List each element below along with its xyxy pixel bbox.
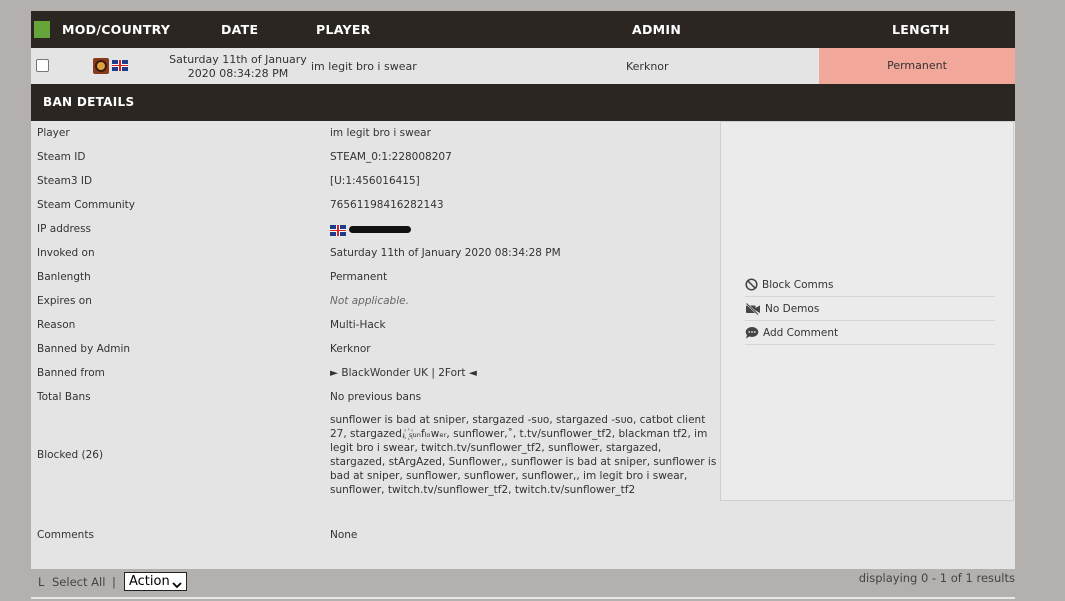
row-date: Saturday 11th of January 2020 08:34:28 P… xyxy=(169,53,307,81)
row-date-line1: Saturday 11th of January xyxy=(169,53,307,66)
footer-separator: | xyxy=(112,575,116,589)
detail-value-reason: Multi-Hack xyxy=(330,319,386,331)
detail-label-comments: Comments xyxy=(37,529,94,541)
row-checkbox[interactable] xyxy=(36,59,49,72)
row-player: im legit bro i swear xyxy=(311,60,417,73)
detail-label-ip: IP address xyxy=(37,223,92,235)
results-count: displaying 0 - 1 of 1 results xyxy=(858,571,1015,585)
col-player[interactable]: PLAYER xyxy=(316,11,371,48)
detail-value-player: im legit bro i swear xyxy=(330,127,431,139)
table-row[interactable]: Saturday 11th of January 2020 08:34:28 P… xyxy=(31,48,1015,84)
block-comms-button[interactable]: Block Comms xyxy=(745,273,995,297)
table-header: MOD/COUNTRY DATE PLAYER ADMIN LENGTH xyxy=(31,11,1015,48)
detail-value-steamid: STEAM_0:1:228008207 xyxy=(330,151,452,163)
comment-icon xyxy=(745,326,759,339)
ban-details-title: BAN DETAILS xyxy=(31,84,1015,121)
detail-value-total-bans: No previous bans xyxy=(330,391,422,403)
detail-value-blocked: sunflower is bad at sniper, stargazed -ꜱ… xyxy=(330,414,717,496)
detail-label-banlength: Banlength xyxy=(37,271,91,283)
col-admin[interactable]: ADMIN xyxy=(632,11,681,48)
select-all-link[interactable]: Select All xyxy=(52,575,105,589)
detail-label-reason: Reason xyxy=(37,319,76,331)
ban-list-panel: MOD/COUNTRY DATE PLAYER ADMIN LENGTH Sat… xyxy=(31,11,1015,569)
block-icon xyxy=(745,278,758,291)
select-arrow-icon: L xyxy=(38,575,45,589)
detail-label-banned-from: Banned from xyxy=(37,367,105,379)
actions-panel: Block Comms No Demos Add Comment xyxy=(720,121,1014,501)
detail-label-blocked: Blocked (26) xyxy=(37,449,104,461)
detail-label-banned-by: Banned by Admin xyxy=(37,343,131,355)
detail-value-comments: None xyxy=(330,529,358,541)
detail-label-player: Player xyxy=(37,127,70,139)
ban-details: Player im legit bro i swear Steam ID STE… xyxy=(31,121,1015,569)
add-comment-label: Add Comment xyxy=(763,326,839,339)
no-demos-button[interactable]: No Demos xyxy=(745,297,995,321)
detail-label-steamid: Steam ID xyxy=(37,151,86,163)
detail-value-steam3id: [U:1:456016415] xyxy=(330,175,420,187)
uk-flag-icon xyxy=(330,225,346,236)
detail-label-steam3id: Steam3 ID xyxy=(37,175,93,187)
chevron-down-icon xyxy=(172,577,182,594)
select-all-square[interactable] xyxy=(34,21,50,38)
detail-value-banlength: Permanent xyxy=(330,271,388,283)
detail-value-expires: Not applicable. xyxy=(330,295,409,307)
add-comment-button[interactable]: Add Comment xyxy=(745,321,995,345)
tf2-icon xyxy=(93,58,109,74)
block-comms-label: Block Comms xyxy=(762,278,834,291)
detail-value-invoked: Saturday 11th of January 2020 08:34:28 P… xyxy=(330,247,561,259)
list-footer: L Select All | Action displaying 0 - 1 o… xyxy=(31,569,1015,593)
detail-value-banned-from: ► BlackWonder UK | 2Fort ◄ xyxy=(330,367,477,379)
action-dropdown-value: Action xyxy=(129,574,170,589)
detail-value-banned-by: Kerknor xyxy=(330,343,371,355)
col-mod-country[interactable]: MOD/COUNTRY xyxy=(62,11,170,48)
row-length-badge: Permanent xyxy=(819,48,1015,84)
col-date[interactable]: DATE xyxy=(221,11,258,48)
no-demos-label: No Demos xyxy=(765,302,820,315)
row-admin: Kerknor xyxy=(626,60,669,73)
no-video-icon xyxy=(745,302,761,315)
redacted-ip xyxy=(349,226,411,233)
row-date-line2: 2020 08:34:28 PM xyxy=(187,67,289,80)
detail-label-expires: Expires on xyxy=(37,295,92,307)
detail-label-steam-community: Steam Community xyxy=(37,199,136,211)
divider xyxy=(31,597,1015,599)
detail-label-invoked: Invoked on xyxy=(37,247,95,259)
uk-flag-icon xyxy=(112,60,128,71)
detail-value-steam-community[interactable]: 76561198416282143 xyxy=(330,199,444,211)
col-length[interactable]: LENGTH xyxy=(892,11,950,48)
action-dropdown[interactable]: Action xyxy=(124,572,187,591)
detail-label-total-bans: Total Bans xyxy=(37,391,91,403)
